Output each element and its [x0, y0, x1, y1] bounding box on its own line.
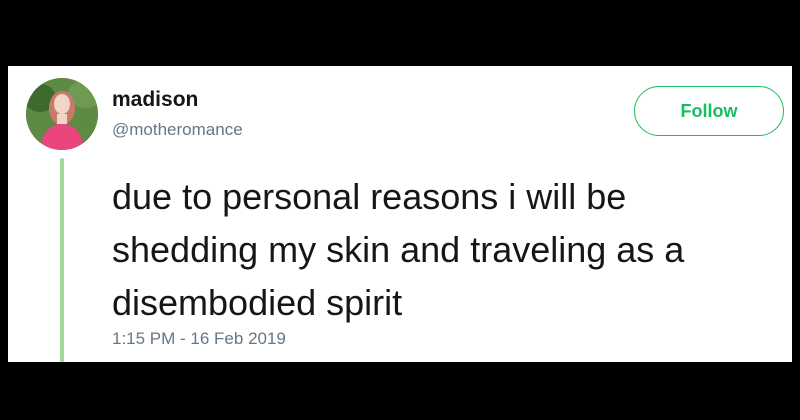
tweet-text-line: due to personal reasons i will be	[112, 176, 627, 217]
author-handle[interactable]: @motheromance	[112, 120, 243, 140]
thread-line	[60, 158, 64, 362]
tweet-text: due to personal reasons i will be sheddi…	[112, 170, 772, 329]
follow-button[interactable]: Follow	[634, 86, 784, 136]
avatar-image	[26, 78, 98, 150]
screen: madison @motheromance Follow due to pers…	[0, 0, 800, 420]
tweet-timestamp[interactable]: 1:15 PM - 16 Feb 2019	[112, 329, 286, 349]
author-name[interactable]: madison	[112, 88, 198, 112]
tweet-text-line: disembodied spirit	[112, 282, 403, 323]
avatar[interactable]	[26, 78, 98, 150]
tweet-card: madison @motheromance Follow due to pers…	[8, 66, 792, 362]
tweet-text-line: shedding my skin and traveling as a	[112, 229, 685, 270]
